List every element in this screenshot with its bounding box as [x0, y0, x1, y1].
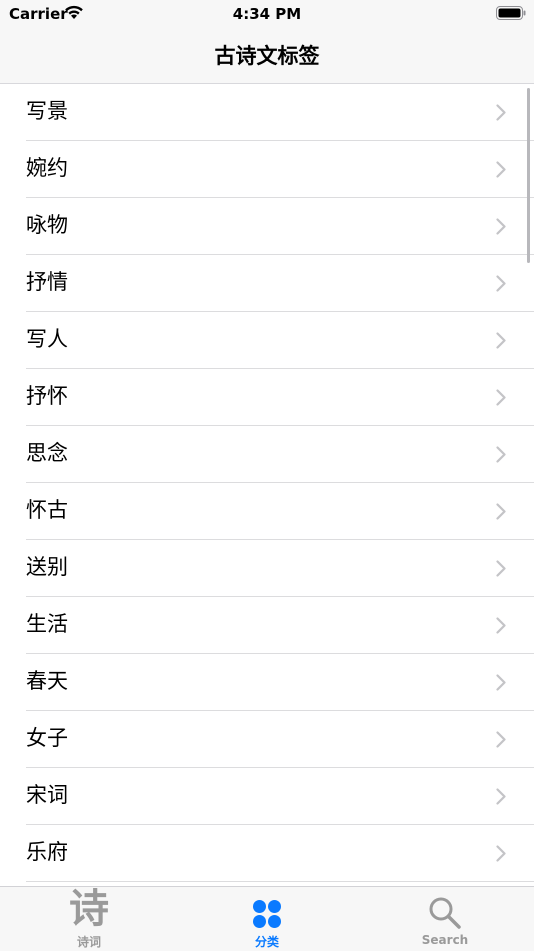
chevron-right-icon [496, 788, 506, 805]
chevron-right-icon [496, 389, 506, 406]
chevron-right-icon [496, 503, 506, 520]
list-item-label: 送别 [26, 555, 68, 579]
list-item-label: 抒怀 [26, 384, 68, 408]
list-item-label: 怀古 [26, 498, 68, 522]
chevron-right-icon [496, 560, 506, 577]
list-item-label: 女子 [26, 726, 68, 750]
chevron-right-icon [496, 161, 506, 178]
chevron-right-icon [496, 674, 506, 691]
list-item[interactable]: 婉约 [0, 141, 534, 198]
status-bar: Carrier 4:34 PM [0, 0, 534, 30]
tab-poems[interactable]: 诗 诗词 [0, 887, 178, 951]
magnifier-icon [429, 897, 461, 929]
tab-search[interactable]: Search [356, 887, 534, 951]
chevron-right-icon [496, 104, 506, 121]
list-item[interactable]: 咏物 [0, 198, 534, 255]
list-item[interactable]: 送别 [0, 540, 534, 597]
list-item[interactable]: 宋词 [0, 768, 534, 825]
chevron-right-icon [496, 731, 506, 748]
chevron-right-icon [496, 275, 506, 292]
list-item[interactable]: 女子 [0, 711, 534, 768]
poem-glyph-icon: 诗 [69, 886, 109, 932]
tab-poems-label: 诗词 [76, 935, 101, 949]
list-item-label: 写景 [26, 99, 68, 123]
list-item-label: 婉约 [26, 156, 68, 180]
list-item[interactable]: 抒情 [0, 255, 534, 312]
navigation-bar: 古诗文标签 [0, 30, 534, 84]
list-item[interactable]: 思念 [0, 426, 534, 483]
page-title: 古诗文标签 [214, 44, 320, 68]
list-item-label: 生活 [26, 612, 68, 636]
chevron-right-icon [496, 218, 506, 235]
list-item-label: 思念 [26, 441, 68, 465]
tab-categories[interactable]: 分类 [178, 887, 356, 951]
list-item[interactable]: 抒怀 [0, 369, 534, 426]
four-dots-grid-icon [253, 900, 281, 928]
list-item-label: 乐府 [26, 840, 68, 864]
battery-icon [496, 6, 526, 20]
tab-categories-label: 分类 [254, 935, 279, 949]
list-item-label: 抒情 [26, 270, 68, 294]
clock-time: 4:34 PM [232, 5, 302, 23]
chevron-right-icon [496, 332, 506, 349]
chevron-right-icon [496, 446, 506, 463]
list-item[interactable]: 春天 [0, 654, 534, 711]
list-item[interactable]: 生活 [0, 597, 534, 654]
tag-list[interactable]: 写景婉约咏物抒情写人抒怀思念怀古送别生活春天女子宋词乐府 [0, 84, 534, 886]
list-item[interactable]: 写景 [0, 84, 534, 141]
list-item[interactable]: 写人 [0, 312, 534, 369]
list-item-label: 宋词 [26, 783, 68, 807]
chevron-right-icon [496, 617, 506, 634]
tab-bar: 诗 诗词 分类 Search [0, 886, 534, 951]
list-item-label: 咏物 [26, 213, 68, 237]
list-item-label: 写人 [26, 327, 68, 351]
scroll-indicator[interactable] [527, 88, 530, 263]
chevron-right-icon [496, 845, 506, 862]
list-item[interactable]: 怀古 [0, 483, 534, 540]
tab-search-label: Search [421, 933, 469, 947]
list-item[interactable]: 乐府 [0, 825, 534, 882]
list-item-label: 春天 [26, 669, 68, 693]
